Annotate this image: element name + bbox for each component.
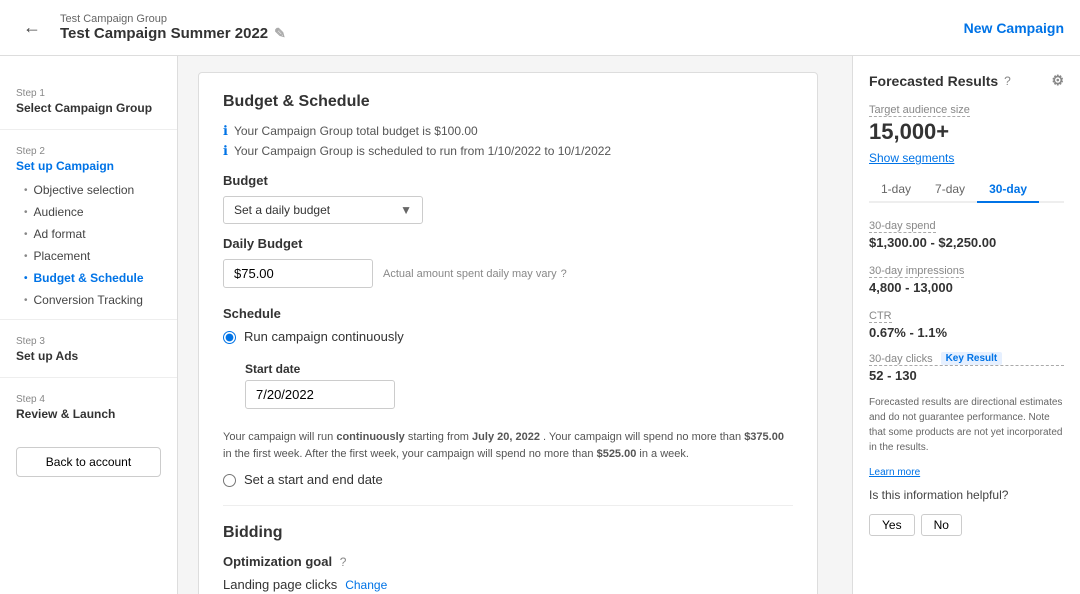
section-title: Budget & Schedule (223, 93, 793, 111)
step3-label: Step 3 (16, 336, 161, 347)
step2-title: Set up Campaign (16, 159, 161, 173)
info-icon-1: ℹ (223, 123, 228, 139)
schedule-info-text: Your campaign will run continuously star… (223, 429, 793, 462)
change-link[interactable]: Change (345, 578, 387, 592)
budget-section: Budget Set a daily budget ▼ Daily Budget… (223, 173, 793, 288)
metric-label-impressions: 30-day impressions (869, 265, 964, 278)
disclaimer-text: Forecasted results are directional estim… (869, 395, 1064, 455)
metric-label-clicks: 30-day clicks Key Result (869, 352, 1064, 366)
question-icon-budget[interactable]: ? (561, 268, 567, 280)
metric-value-clicks: 52 - 130 (869, 368, 1064, 383)
sidebar-item-ad-format[interactable]: Ad format (0, 223, 177, 245)
metric-30-day-clicks: 30-day clicks Key Result 52 - 130 (869, 352, 1064, 383)
audience-size-label: Target audience size (869, 104, 970, 117)
sidebar: Step 1 Select Campaign Group Step 2 Set … (0, 56, 178, 594)
new-campaign-button-label[interactable]: New Campaign (964, 20, 1064, 36)
sidebar-item-budget-schedule[interactable]: Budget & Schedule (0, 267, 177, 289)
sidebar-step4: Step 4 Review & Launch (0, 377, 177, 431)
run-continuously-option[interactable]: Run campaign continuously (223, 329, 793, 344)
audience-size-value: 15,000+ (869, 119, 1064, 145)
daily-budget-group: Actual amount spent daily may vary ? (223, 259, 793, 288)
metric-label-ctr: CTR (869, 310, 892, 323)
back-button[interactable]: ← (16, 12, 48, 44)
info-line2: ℹ Your Campaign Group is scheduled to ru… (223, 143, 793, 159)
run-continuously-radio[interactable] (223, 331, 236, 344)
budget-type-value: Set a daily budget (234, 203, 330, 217)
dropdown-arrow-icon: ▼ (400, 203, 412, 217)
key-result-badge: Key Result (941, 352, 1003, 365)
daily-budget-input[interactable] (223, 259, 373, 288)
learn-more-link[interactable]: Learn more (869, 467, 920, 478)
back-to-account-button[interactable]: Back to account (16, 447, 161, 477)
tab-30-day[interactable]: 30-day (977, 177, 1039, 203)
panel-title: Forecasted Results ? ⚙ (869, 72, 1064, 89)
metric-value-ctr: 0.67% - 1.1% (869, 325, 1064, 340)
sidebar-step1: Step 1 Select Campaign Group (0, 72, 177, 125)
question-icon-forecast[interactable]: ? (1004, 74, 1011, 88)
edit-campaign-name-icon[interactable]: ✎ (274, 25, 286, 42)
helpful-yes-button[interactable]: Yes (869, 514, 915, 536)
section-divider (223, 505, 793, 506)
bidding-section-title: Bidding (223, 524, 793, 542)
schedule-label: Schedule (223, 306, 793, 321)
metric-value-impressions: 4,800 - 13,000 (869, 280, 1064, 295)
metric-ctr: CTR 0.67% - 1.1% (869, 307, 1064, 340)
right-panel: Forecasted Results ? ⚙ Target audience s… (852, 56, 1080, 594)
step4-label: Step 4 (16, 394, 161, 405)
sidebar-step3: Step 3 Set up Ads (0, 319, 177, 373)
helpful-no-button[interactable]: No (921, 514, 962, 536)
set-start-end-date-radio[interactable] (223, 474, 236, 487)
sidebar-step2: Step 2 Set up Campaign Objective selecti… (0, 129, 177, 315)
title-group: Test Campaign Group Test Campaign Summer… (60, 13, 286, 42)
step3-title: Set up Ads (16, 349, 161, 363)
question-icon-optimization[interactable]: ? (340, 555, 347, 569)
gear-icon[interactable]: ⚙ (1051, 72, 1064, 89)
step1-title: Select Campaign Group (16, 101, 161, 115)
daily-budget-label: Daily Budget (223, 236, 793, 251)
run-continuously-label: Run campaign continuously (244, 329, 404, 344)
metric-value-spend: $1,300.00 - $2,250.00 (869, 235, 1064, 250)
tab-7-day[interactable]: 7-day (923, 177, 977, 203)
landing-page-clicks-row: Landing page clicks Change (223, 577, 793, 592)
sidebar-item-objective-selection[interactable]: Objective selection (0, 179, 177, 201)
schedule-radio-group: Run campaign continuously Start date You… (223, 329, 793, 487)
schedule-section: Schedule Run campaign continuously Start… (223, 306, 793, 487)
start-date-label: Start date (245, 362, 793, 376)
landing-page-clicks-label: Landing page clicks (223, 577, 337, 592)
helpful-row: Is this information helpful? Yes No (869, 488, 1064, 536)
sidebar-item-placement[interactable]: Placement (0, 245, 177, 267)
metric-30-day-impressions: 30-day impressions 4,800 - 13,000 (869, 262, 1064, 295)
start-date-group: Start date (245, 362, 793, 409)
set-start-end-date-label: Set a start and end date (244, 472, 383, 487)
sidebar-item-audience[interactable]: Audience (0, 201, 177, 223)
sidebar-item-conversion-tracking[interactable]: Conversion Tracking (0, 289, 177, 311)
step4-title: Review & Launch (16, 407, 161, 421)
optimization-goal-row: Optimization goal ? (223, 554, 793, 569)
day-tabs: 1-day 7-day 30-day (869, 177, 1064, 203)
info-line1: ℹ Your Campaign Group total budget is $1… (223, 123, 793, 139)
set-start-end-date-option[interactable]: Set a start and end date (223, 472, 793, 487)
show-segments-link[interactable]: Show segments (869, 151, 1064, 165)
actual-amount-note: Actual amount spent daily may vary ? (383, 268, 567, 280)
metric-label-spend: 30-day spend (869, 220, 936, 233)
tab-1-day[interactable]: 1-day (869, 177, 923, 203)
step2-label: Step 2 (16, 146, 161, 157)
bidding-section: Bidding Optimization goal ? Landing page… (223, 524, 793, 594)
optimization-goal-label: Optimization goal (223, 554, 332, 569)
campaign-name-label: Test Campaign Summer 2022 ✎ (60, 25, 286, 42)
start-date-input[interactable] (245, 380, 395, 409)
step1-label: Step 1 (16, 88, 161, 99)
metric-30-day-spend: 30-day spend $1,300.00 - $2,250.00 (869, 217, 1064, 250)
info-icon-2: ℹ (223, 143, 228, 159)
budget-label: Budget (223, 173, 793, 188)
budget-type-dropdown[interactable]: Set a daily budget ▼ (223, 196, 423, 224)
budget-schedule-card: Budget & Schedule ℹ Your Campaign Group … (198, 72, 818, 594)
helpful-label: Is this information helpful? (869, 488, 1008, 502)
content-area: Budget & Schedule ℹ Your Campaign Group … (178, 56, 852, 594)
campaign-group-label: Test Campaign Group (60, 13, 286, 25)
